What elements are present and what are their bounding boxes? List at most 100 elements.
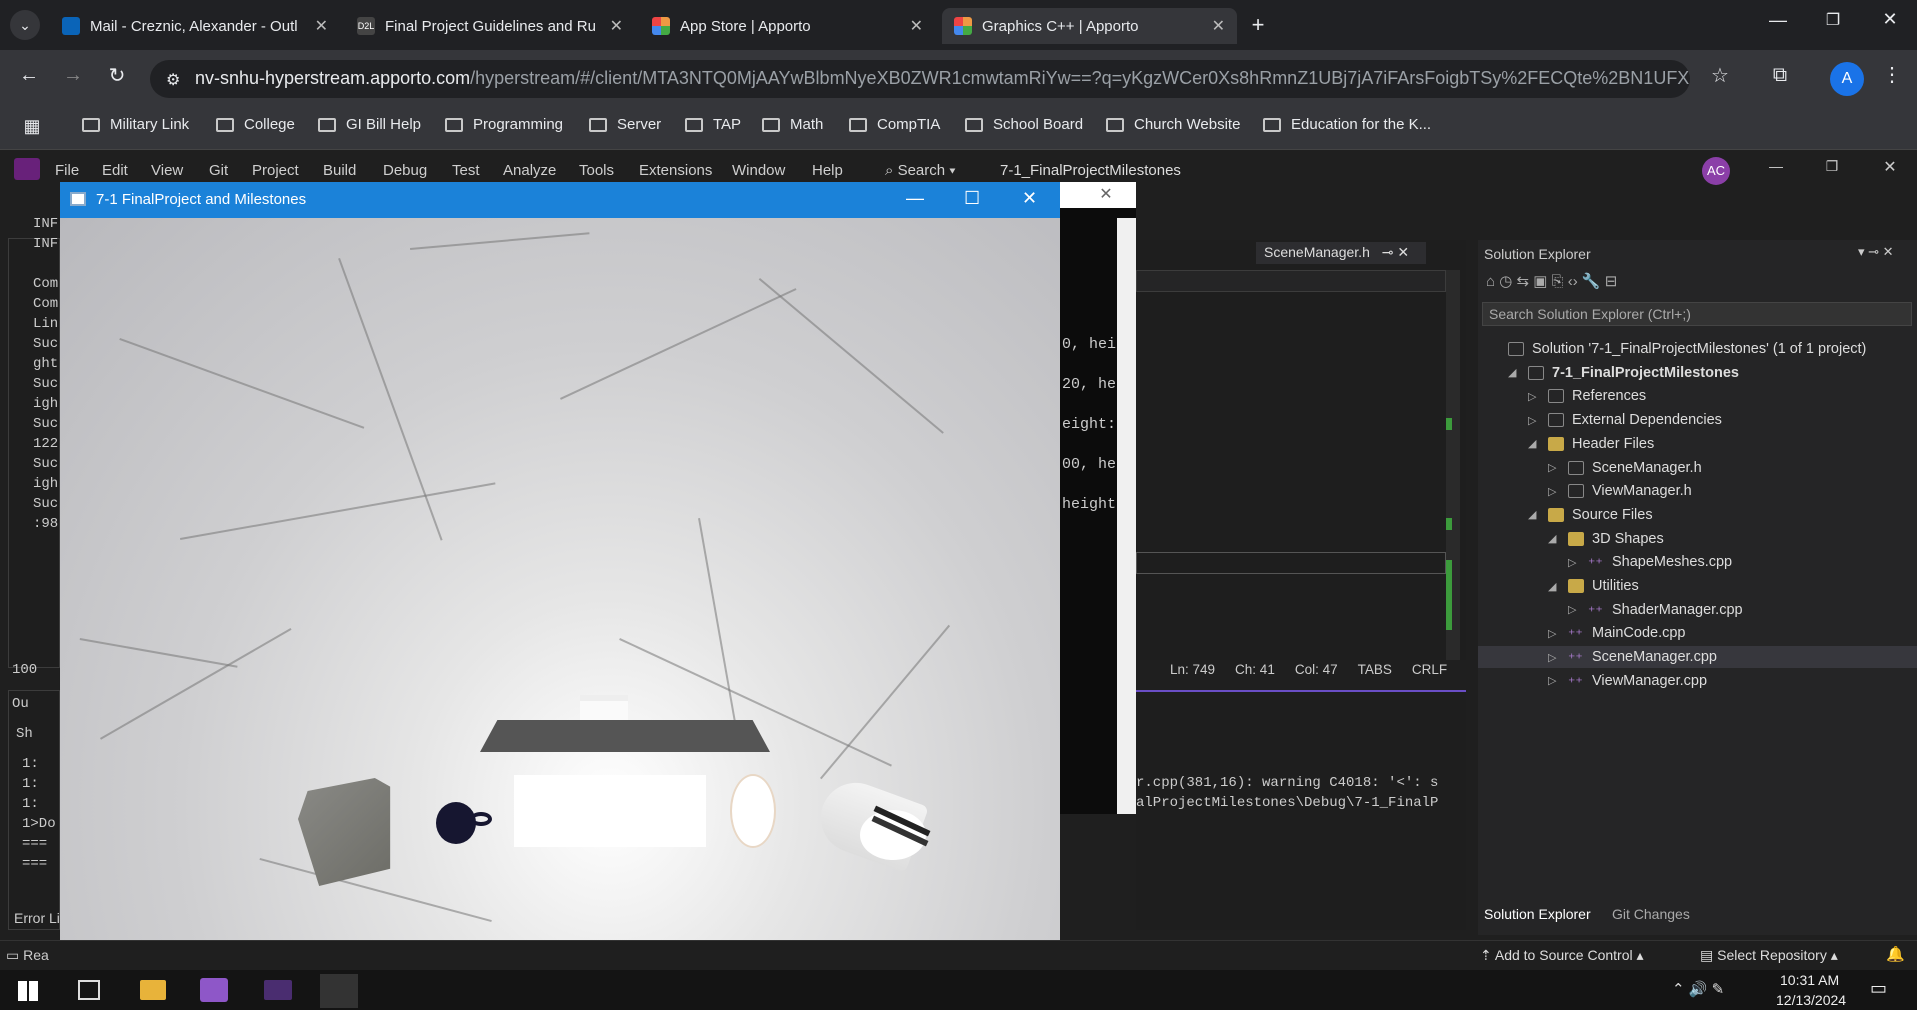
tree-item[interactable]: ▷ ViewManager.h (1478, 480, 1917, 502)
bookmark-school-board[interactable]: School Board (965, 116, 1083, 133)
console-close-icon[interactable]: ✕ (1096, 184, 1116, 204)
user-avatar[interactable]: AC (1702, 157, 1730, 185)
tree-item[interactable]: ▷ ⁺⁺ ShaderManager.cpp (1478, 599, 1917, 621)
action-center-icon[interactable]: ▭ (1870, 978, 1887, 999)
chevron-right-icon[interactable]: ▷ (1568, 556, 1582, 569)
menu-git[interactable]: Git (209, 162, 228, 179)
system-tray-icons[interactable]: ⌃ 🔊 ✎ (1672, 980, 1724, 998)
bookmark-education[interactable]: Education for the K... (1263, 116, 1431, 133)
chevron-right-icon[interactable]: ▷ (1528, 390, 1542, 403)
add-to-source-control[interactable]: ⇡ Add to Source Control ▴ (1480, 947, 1644, 964)
tab-search-button[interactable]: ⌄ (10, 10, 40, 40)
notification-bell-icon[interactable]: 🔔 (1886, 945, 1905, 963)
bookmark-tap[interactable]: TAP (685, 116, 741, 133)
gl-maximize-icon[interactable]: ☐ (964, 188, 980, 209)
tab-git-changes[interactable]: Git Changes (1612, 906, 1690, 922)
restore-icon[interactable]: ❐ (1818, 10, 1848, 30)
close-window-icon[interactable]: ✕ (1875, 9, 1905, 30)
chevron-down-icon[interactable]: ◢ (1508, 366, 1522, 379)
visual-studio-taskbar-icon[interactable] (200, 978, 228, 1002)
close-icon[interactable]: ✕ (1212, 16, 1225, 36)
bookmark-server[interactable]: Server (589, 116, 661, 133)
terminal-taskbar-icon[interactable] (264, 980, 292, 1000)
tree-item[interactable]: ◢ Utilities (1478, 575, 1917, 597)
chevron-right-icon[interactable]: ▷ (1528, 414, 1542, 427)
select-repository[interactable]: ▤ Select Repository ▴ (1700, 947, 1838, 964)
windows-start-icon[interactable] (18, 981, 38, 1001)
bookmark-gi-bill[interactable]: GI Bill Help (318, 116, 421, 133)
menu-project[interactable]: Project (252, 162, 299, 179)
chevron-down-icon[interactable]: ◢ (1528, 437, 1542, 450)
tree-item[interactable]: ▷ ⁺⁺ MainCode.cpp (1478, 622, 1917, 644)
star-icon[interactable]: ☆ (1705, 63, 1735, 88)
console-scrollbar[interactable] (1117, 218, 1136, 814)
navigation-bar[interactable] (1136, 270, 1446, 292)
chevron-down-icon[interactable]: ◢ (1548, 532, 1562, 545)
tree-item[interactable]: ▷ ⁺⁺ ViewManager.cpp (1478, 670, 1917, 692)
site-info-icon[interactable]: ⚙ (166, 70, 180, 90)
opengl-scene[interactable] (60, 218, 1060, 970)
vs-minimize-icon[interactable]: — (1764, 158, 1788, 174)
solution-search-input[interactable]: Search Solution Explorer (Ctrl+;) (1482, 302, 1912, 326)
close-icon[interactable]: ✕ (910, 16, 923, 36)
code-editor[interactable] (1136, 240, 1466, 660)
menu-file[interactable]: File (55, 162, 79, 179)
gl-close-icon[interactable]: ✕ (1022, 188, 1037, 209)
file-explorer-icon[interactable] (140, 980, 166, 1000)
tree-item[interactable]: ▷ ⁺⁺ ShapeMeshes.cpp (1478, 551, 1917, 573)
tree-item[interactable]: ▷ References (1478, 385, 1917, 407)
tab-mail[interactable]: Mail - Creznic, Alexander - Outl ✕ (50, 8, 340, 44)
bookmark-college[interactable]: College (216, 116, 295, 133)
menu-dots-icon[interactable]: ⋮ (1880, 62, 1904, 87)
chevron-right-icon[interactable]: ▷ (1548, 674, 1562, 687)
tab-guidelines[interactable]: D2L Final Project Guidelines and Ru ✕ (345, 8, 635, 44)
reload-icon[interactable]: ↻ (102, 63, 132, 88)
close-icon[interactable]: ✕ (610, 16, 623, 36)
close-icon[interactable]: ✕ (315, 16, 328, 36)
bookmark-math[interactable]: Math (762, 116, 823, 133)
menu-analyze[interactable]: Analyze (503, 162, 556, 179)
vs-search-button[interactable]: ⌕ Search ▾ (885, 162, 956, 179)
chevron-right-icon[interactable]: ▷ (1548, 627, 1562, 640)
menu-window[interactable]: Window (732, 162, 785, 179)
bookmark-church-website[interactable]: Church Website (1106, 116, 1240, 133)
se-toolbar[interactable]: ⌂ ◷ ⇆ ▣ ⎘ ‹› 🔧 ⊟ (1486, 272, 1726, 296)
tree-item[interactable]: Solution '7-1_FinalProjectMilestones' (1… (1478, 338, 1917, 360)
tab-solution-explorer[interactable]: Solution Explorer (1484, 906, 1591, 922)
vs-restore-icon[interactable]: ❐ (1820, 158, 1844, 175)
tree-item[interactable]: ◢ 7-1_FinalProjectMilestones (1478, 362, 1917, 384)
editor-tab-scenemanager-h[interactable]: SceneManager.h ⊸ ✕ (1256, 242, 1426, 264)
bookmark-military-link[interactable]: Military Link (82, 116, 189, 133)
menu-build[interactable]: Build (323, 162, 356, 179)
gl-minimize-icon[interactable]: — (906, 188, 924, 209)
menu-debug[interactable]: Debug (383, 162, 427, 179)
bookmark-programming[interactable]: Programming (445, 116, 563, 133)
minimize-icon[interactable]: — (1763, 10, 1793, 31)
menu-edit[interactable]: Edit (102, 162, 128, 179)
extensions-icon[interactable]: ⧉ (1765, 64, 1795, 87)
opengl-window-titlebar[interactable]: 7-1 FinalProject and Milestones — ☐ ✕ (60, 182, 1060, 218)
tree-item[interactable]: ◢ 3D Shapes (1478, 528, 1917, 550)
zoom-level[interactable]: 100 (12, 662, 37, 678)
apps-grid-icon[interactable]: ▦ (20, 116, 44, 137)
menu-help[interactable]: Help (812, 162, 843, 179)
chevron-right-icon[interactable]: ▷ (1548, 651, 1562, 664)
menu-view[interactable]: View (151, 162, 183, 179)
new-tab-button[interactable]: + (1245, 12, 1271, 38)
tree-item[interactable]: ◢ Source Files (1478, 504, 1917, 526)
pin-icon[interactable]: ▾ ⊸ ✕ (1858, 244, 1894, 260)
bookmark-comptia[interactable]: CompTIA (849, 116, 940, 133)
tab-graphics[interactable]: Graphics C++ | Apporto ✕ (942, 8, 1237, 44)
chevron-right-icon[interactable]: ▷ (1548, 485, 1562, 498)
menu-test[interactable]: Test (452, 162, 480, 179)
menu-extensions[interactable]: Extensions (639, 162, 712, 179)
menu-tools[interactable]: Tools (579, 162, 614, 179)
forward-icon[interactable]: → (58, 64, 88, 87)
chevron-down-icon[interactable]: ◢ (1528, 508, 1542, 521)
chevron-right-icon[interactable]: ▷ (1568, 603, 1582, 616)
task-view-icon[interactable] (78, 980, 100, 1000)
back-icon[interactable]: ← (14, 64, 44, 87)
chevron-right-icon[interactable]: ▷ (1548, 461, 1562, 474)
error-list-tab[interactable]: Error Li (14, 910, 60, 926)
tree-item[interactable]: ▷ External Dependencies (1478, 409, 1917, 431)
